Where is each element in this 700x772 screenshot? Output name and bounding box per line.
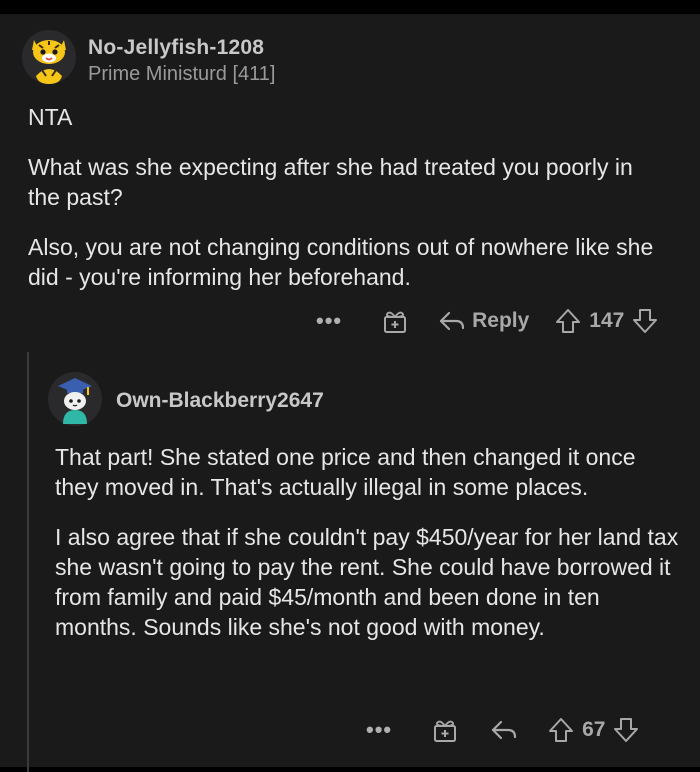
avatar[interactable] (22, 30, 76, 84)
comment-paragraph: NTA (28, 104, 73, 130)
comment-body: NTA What was she expecting after she had… (28, 102, 668, 312)
more-options-button[interactable]: ••• (316, 310, 342, 332)
user-flair: Prime Ministurd [411] (88, 63, 276, 85)
comment-actions: ••• 67 (366, 717, 639, 743)
vote-score: 147 (589, 309, 625, 332)
graduate-avatar-icon (48, 372, 102, 426)
reply-label: Reply (472, 309, 530, 332)
comment-paragraph: I also agree that if she couldn't pay $4… (55, 524, 679, 640)
comment-body: That part! She stated one price and then… (55, 442, 680, 662)
vote-controls: 67 (548, 717, 639, 743)
gift-icon (434, 720, 457, 742)
tiger-avatar-icon (22, 30, 76, 84)
comment-paragraph: Also, you are not changing conditions ou… (28, 234, 654, 290)
upvote-arrow-icon[interactable] (548, 717, 574, 743)
username[interactable]: No-Jellyfish-1208 (88, 36, 264, 60)
more-options-button[interactable]: ••• (366, 719, 392, 741)
reply-button[interactable]: Reply (438, 309, 529, 333)
comment-paragraph: What was she expecting after she had tre… (28, 154, 633, 210)
vote-score: 67 (582, 718, 606, 741)
avatar[interactable] (48, 372, 102, 426)
reply-button[interactable] (490, 719, 518, 741)
downvote-arrow-icon[interactable] (632, 308, 658, 334)
thread-line[interactable] (27, 352, 29, 772)
reply-arrow-icon (440, 311, 465, 331)
comment-actions: ••• Reply 147 (316, 308, 658, 334)
award-button[interactable] (382, 308, 408, 334)
reply-arrow-icon (492, 720, 517, 740)
downvote-arrow-icon[interactable] (613, 717, 639, 743)
username[interactable]: Own-Blackberry2647 (116, 389, 324, 413)
upvote-arrow-icon[interactable] (555, 308, 581, 334)
vote-controls: 147 (555, 308, 658, 334)
gift-icon (384, 311, 407, 333)
award-button[interactable] (432, 717, 458, 743)
comment-thread: No-Jellyfish-1208 Prime Ministurd [411] … (0, 14, 700, 772)
comment-paragraph: That part! She stated one price and then… (55, 444, 636, 500)
